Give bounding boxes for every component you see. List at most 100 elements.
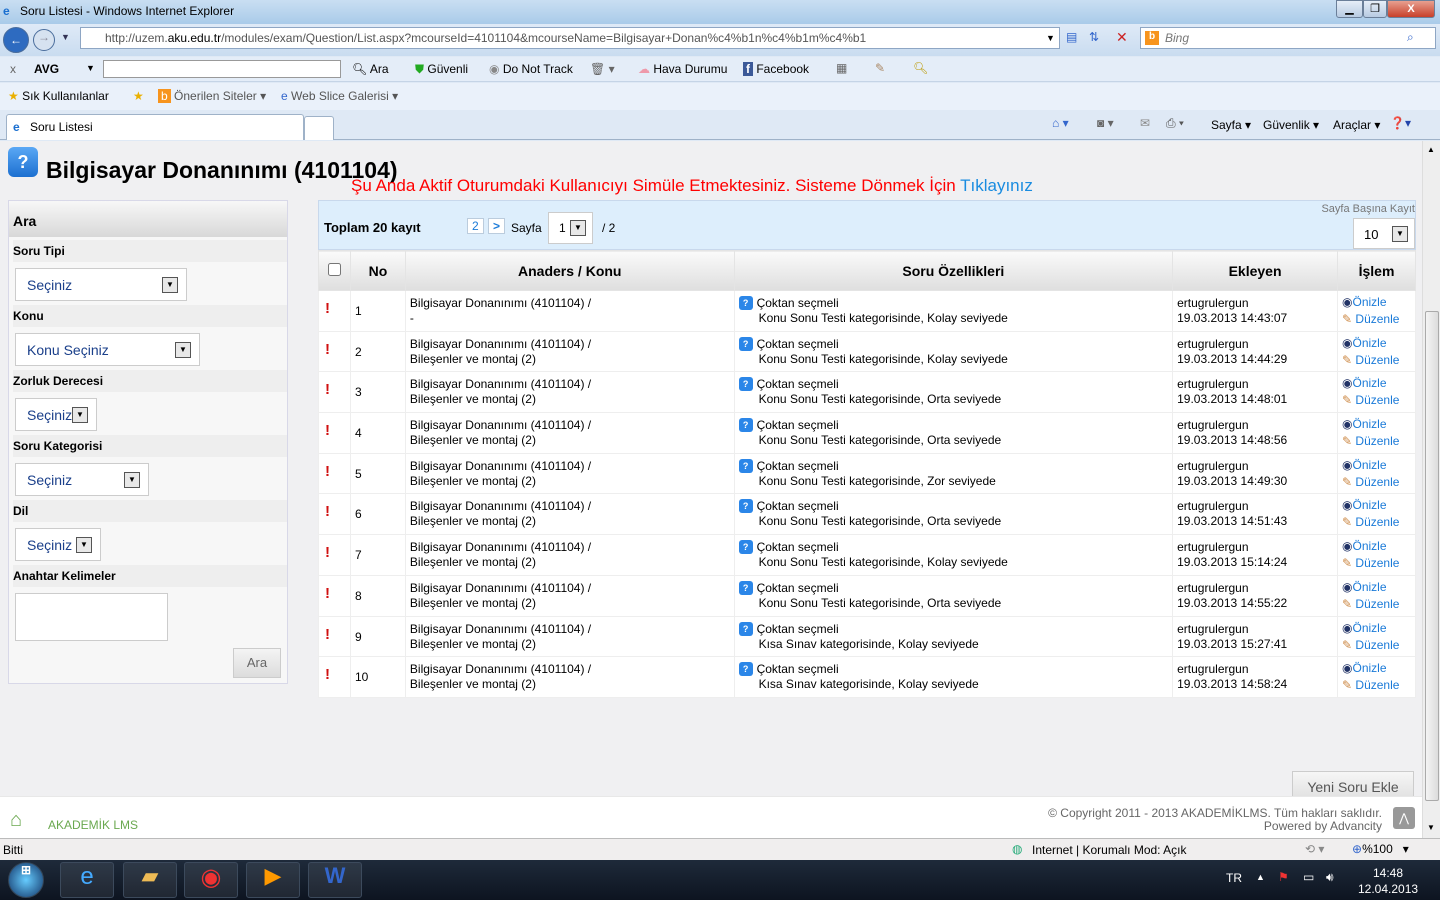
do-not-track-button[interactable]: ◉ Do Not Track [489, 62, 573, 76]
add-favorite-icon[interactable]: ★ [133, 89, 144, 103]
start-button[interactable]: ⊞ [8, 862, 44, 898]
scroll-top-button[interactable]: ⋀ [1393, 807, 1415, 829]
security-menu[interactable]: Güvenlik ▾ [1263, 118, 1319, 132]
keywords-input[interactable] [15, 593, 168, 641]
return-link[interactable]: Tıklayınız [960, 176, 1033, 195]
preview-link[interactable]: Önizle [1352, 580, 1386, 594]
question-type-select[interactable]: Seçiniz ▼ [15, 268, 187, 301]
next-page-link[interactable]: > [488, 218, 506, 234]
clock-date[interactable]: 12.04.2013 [1358, 882, 1418, 896]
topic-select[interactable]: Konu Seçiniz ▼ [15, 333, 200, 366]
feeds-icon[interactable]: ◙ ▾ [1097, 116, 1114, 130]
clock-time[interactable]: 14:48 [1373, 866, 1403, 880]
maximize-button[interactable]: ❐ [1363, 0, 1387, 18]
security-zone: Internet | Korumalı Mod: Açık [1032, 843, 1187, 857]
print-icon[interactable]: ⎙ ▾ [1166, 116, 1184, 131]
web-slice-button[interactable]: e Web Slice Galerisi ▾ [281, 89, 398, 103]
scroll-up-icon[interactable]: ▲ [1427, 145, 1435, 154]
safe-button[interactable]: ⛊ Güvenli [415, 62, 468, 77]
preview-link[interactable]: Önizle [1352, 661, 1386, 675]
page-menu[interactable]: Sayfa ▾ [1211, 118, 1251, 132]
preview-link[interactable]: Önizle [1352, 336, 1386, 350]
avg-search-input[interactable] [103, 60, 341, 78]
help-icon[interactable]: ❓▾ [1390, 116, 1411, 130]
language-select[interactable]: Seçiniz ▼ [15, 528, 101, 561]
taskbar-explorer[interactable]: ▰ [123, 862, 177, 898]
edit-link[interactable]: Düzenle [1355, 393, 1399, 407]
search-button[interactable]: Ara [233, 648, 281, 678]
preview-link[interactable]: Önizle [1352, 498, 1386, 512]
popup-blocker-icon[interactable]: ⟲ ▾ [1305, 842, 1324, 856]
search-icon[interactable]: ⌕ [1407, 30, 1414, 45]
url-input[interactable]: http://uzem.aku.edu.tr/modules/exam/Ques… [80, 27, 1060, 49]
preview-link[interactable]: Önizle [1352, 295, 1386, 309]
language-indicator[interactable]: TR [1226, 871, 1242, 885]
folder-search-icon[interactable]: 🔍︎ [913, 61, 928, 75]
edit-link[interactable]: Düzenle [1355, 597, 1399, 611]
scroll-down-icon[interactable]: ▼ [1427, 823, 1435, 832]
edit-link[interactable]: Düzenle [1355, 353, 1399, 367]
edit-link[interactable]: Düzenle [1355, 515, 1399, 529]
preview-link[interactable]: Önizle [1352, 539, 1386, 553]
close-window-button[interactable]: X [1387, 0, 1435, 18]
avg-logo[interactable]: AVG [34, 62, 59, 76]
compatibility-view-icon[interactable]: ▤ [1066, 30, 1077, 44]
notepad-icon[interactable]: ✎ [875, 61, 885, 75]
taskbar-ie[interactable]: e [60, 862, 114, 898]
refresh-icon[interactable]: ⇅ [1089, 30, 1099, 44]
avg-dropdown-icon[interactable]: ▼ [86, 63, 95, 73]
taskbar-chrome[interactable]: ◉ [184, 862, 238, 898]
preview-link[interactable]: Önizle [1352, 458, 1386, 472]
edit-link[interactable]: Düzenle [1355, 475, 1399, 489]
per-page-select[interactable]: 10 ▼ [1353, 218, 1415, 249]
taskbar-media-player[interactable]: ▶ [246, 862, 300, 898]
edit-link[interactable]: Düzenle [1355, 678, 1399, 692]
added-date: 19.03.2013 15:14:24 [1177, 555, 1288, 570]
exclamation-icon: ! [325, 300, 330, 317]
preview-link[interactable]: Önizle [1352, 621, 1386, 635]
tray-expand-icon[interactable]: ▲ [1256, 872, 1265, 882]
new-tab-button[interactable] [304, 116, 334, 140]
history-dropdown-icon[interactable]: ▼ [61, 32, 70, 42]
back-arrow-icon[interactable]: ← [3, 27, 29, 53]
minimize-button[interactable]: ▁ [1336, 0, 1363, 18]
chevron-down-icon: ▼ [72, 407, 88, 423]
edit-link[interactable]: Düzenle [1355, 434, 1399, 448]
col-properties: Soru Özellikleri [733, 250, 1174, 291]
tools-menu[interactable]: Araçlar ▾ [1333, 118, 1380, 132]
favorites-button[interactable]: ★ Sık Kullanılanlar [8, 89, 109, 103]
pager: Toplam 20 kayıt 2 > Sayfa 1 ▼ / 2 Sayfa B… [318, 200, 1416, 250]
zoom-control[interactable]: ⊕%100 ▾ [1352, 842, 1409, 856]
action-center-icon[interactable]: ⚑ [1278, 870, 1289, 884]
search-input[interactable]: b Bing ⌕ [1140, 27, 1436, 49]
vertical-scrollbar[interactable]: ▲ ▼ [1422, 141, 1440, 838]
home-icon[interactable]: ⌂ ▾ [1052, 116, 1069, 130]
edit-link[interactable]: Düzenle [1355, 556, 1399, 570]
select-all-checkbox[interactable] [327, 262, 341, 276]
volume-icon[interactable]: 🔊︎ [1326, 870, 1334, 885]
trash-icon[interactable]: 🗑︎ ▾ [590, 62, 615, 76]
suggested-sites-button[interactable]: b Önerilen Siteler ▾ [158, 89, 266, 103]
taskbar: ⊞ e ▰ ◉ ▶ W TR ▲ ⚑ ▭ 🔊︎ 14:48 12.04.2013 [0, 860, 1440, 900]
scrollbar-thumb[interactable] [1425, 311, 1439, 801]
edit-link[interactable]: Düzenle [1355, 312, 1399, 326]
taskbar-word[interactable]: W [308, 862, 362, 898]
category-select[interactable]: Seçiniz ▼ [15, 463, 149, 496]
difficulty-select[interactable]: Seçiniz ▼ [15, 398, 97, 431]
url-dropdown-icon[interactable]: ▼ [1046, 33, 1055, 43]
network-icon[interactable]: ▭ [1303, 870, 1314, 884]
weather-button[interactable]: ☁ Hava Durumu [638, 62, 727, 76]
facebook-button[interactable]: f Facebook [743, 62, 809, 76]
avg-search-button[interactable]: 🔍︎ Ara [352, 62, 389, 76]
calculator-icon[interactable]: ▦ [836, 61, 847, 75]
forward-arrow-icon[interactable]: → [33, 29, 55, 51]
close-toolbar-icon[interactable]: x [10, 62, 16, 76]
stop-icon[interactable]: ✕ [1116, 29, 1128, 46]
page-2-link[interactable]: 2 [467, 218, 484, 234]
tab-soru-listesi[interactable]: e Soru Listesi [6, 114, 304, 140]
preview-link[interactable]: Önizle [1352, 376, 1386, 390]
mail-icon[interactable]: ✉ [1140, 116, 1150, 130]
preview-link[interactable]: Önizle [1352, 417, 1386, 431]
edit-link[interactable]: Düzenle [1355, 638, 1399, 652]
page-select[interactable]: 1 ▼ [548, 212, 593, 244]
